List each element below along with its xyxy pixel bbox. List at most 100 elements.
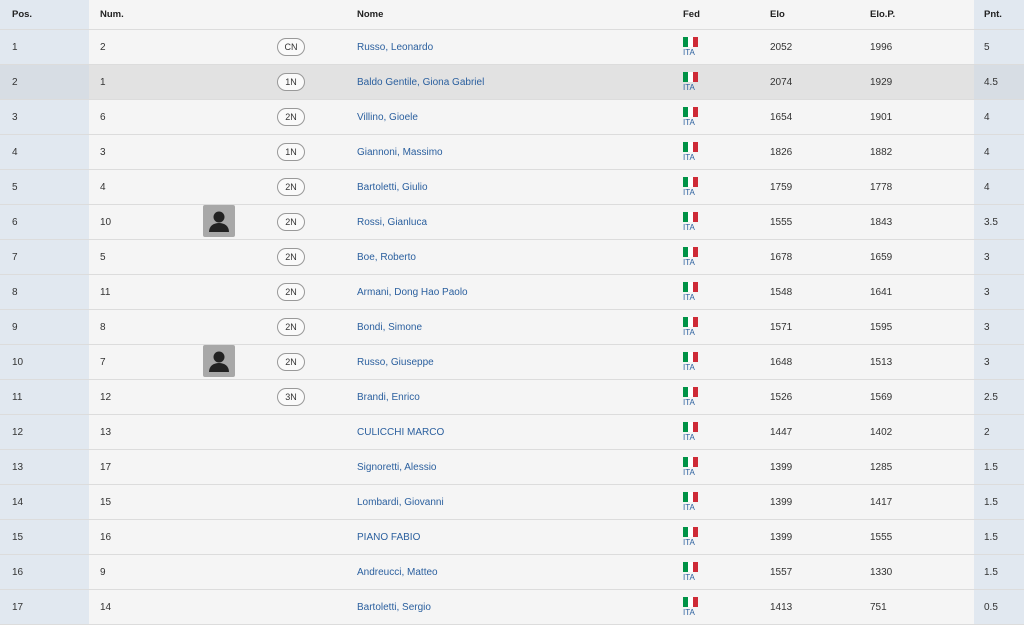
table-row[interactable]: 10 7 2N Russo, Giuseppe ITA 1648 1513 3	[0, 344, 1024, 380]
header-fed[interactable]: Fed	[683, 0, 770, 30]
federation[interactable]: ITA	[683, 351, 698, 372]
photo-cell	[189, 309, 261, 345]
elo-cell: 1826	[770, 134, 870, 170]
table-row[interactable]: 12 13 CULICCHI MARCO ITA 1447 1402 2	[0, 414, 1024, 450]
fed-cell: ITA	[683, 449, 770, 485]
title-cell: 2N	[261, 239, 357, 275]
pos-cell: 11	[0, 379, 89, 415]
player-name-link[interactable]: Giannoni, Massimo	[357, 147, 443, 158]
elo-cell: 1399	[770, 484, 870, 520]
header-name[interactable]: Nome	[357, 0, 683, 30]
federation[interactable]: ITA	[683, 386, 698, 407]
photo-cell	[189, 589, 261, 625]
federation[interactable]: ITA	[683, 71, 698, 92]
player-name-link[interactable]: Lombardi, Giovanni	[357, 497, 444, 508]
name-cell: Bartoletti, Giulio	[357, 169, 683, 205]
photo-cell	[189, 134, 261, 170]
federation[interactable]: ITA	[683, 491, 698, 512]
player-photo-avatar-icon[interactable]	[203, 345, 235, 377]
header-elop[interactable]: Elo.P.	[870, 0, 974, 30]
num-cell: 6	[89, 99, 189, 135]
table-row[interactable]: 13 17 Signoretti, Alessio ITA 1399 1285 …	[0, 449, 1024, 485]
player-name-link[interactable]: Bartoletti, Giulio	[357, 182, 428, 193]
table-row[interactable]: 7 5 2N Boe, Roberto ITA 1678 1659 3	[0, 239, 1024, 275]
title-cell: 2N	[261, 169, 357, 205]
table-row[interactable]: 1 2 CN Russo, Leonardo ITA 2052 1996 5	[0, 29, 1024, 65]
player-name-link[interactable]: Signoretti, Alessio	[357, 462, 437, 473]
fed-cell: ITA	[683, 274, 770, 310]
header-num[interactable]: Num.	[89, 0, 189, 30]
player-name-link[interactable]: PIANO FABIO	[357, 532, 420, 543]
name-cell: Russo, Giuseppe	[357, 344, 683, 380]
player-name-link[interactable]: Rossi, Gianluca	[357, 217, 427, 228]
fed-cell: ITA	[683, 204, 770, 240]
federation[interactable]: ITA	[683, 561, 698, 582]
table-row[interactable]: 2 1 1N Baldo Gentile, Giona Gabriel ITA …	[0, 64, 1024, 100]
table-row[interactable]: 11 12 3N Brandi, Enrico ITA 1526 1569 2.…	[0, 379, 1024, 415]
italy-flag-icon	[683, 316, 698, 327]
num-cell: 8	[89, 309, 189, 345]
elo-cell: 1447	[770, 414, 870, 450]
federation[interactable]: ITA	[683, 141, 698, 162]
federation[interactable]: ITA	[683, 246, 698, 267]
header-pnt[interactable]: Pnt.	[974, 0, 1024, 30]
photo-cell	[189, 519, 261, 555]
player-name-link[interactable]: Andreucci, Matteo	[357, 567, 438, 578]
player-name-link[interactable]: Bondi, Simone	[357, 322, 422, 333]
fed-code: ITA	[683, 187, 695, 197]
header-pos[interactable]: Pos.	[0, 0, 89, 30]
fed-cell: ITA	[683, 379, 770, 415]
title-cell: 2N	[203, 204, 357, 240]
player-name-link[interactable]: Bartoletti, Sergio	[357, 602, 431, 613]
table-row[interactable]: 6 10 2N Rossi, Gianluca ITA 1555 1843 3.…	[0, 204, 1024, 240]
points-cell: 4	[974, 169, 1024, 205]
federation[interactable]: ITA	[683, 176, 698, 197]
federation[interactable]: ITA	[683, 526, 698, 547]
player-name-link[interactable]: Brandi, Enrico	[357, 392, 420, 403]
table-row[interactable]: 17 14 Bartoletti, Sergio ITA 1413 751 0.…	[0, 589, 1024, 625]
player-name-link[interactable]: Boe, Roberto	[357, 252, 416, 263]
num-cell: 5	[89, 239, 189, 275]
federation[interactable]: ITA	[683, 211, 698, 232]
table-row[interactable]: 3 6 2N Villino, Gioele ITA 1654 1901 4	[0, 99, 1024, 135]
federation[interactable]: ITA	[683, 36, 698, 57]
elo-perf-cell: 1929	[870, 64, 974, 100]
federation[interactable]: ITA	[683, 106, 698, 127]
table-row[interactable]: 5 4 2N Bartoletti, Giulio ITA 1759 1778 …	[0, 169, 1024, 205]
player-photo-avatar-icon[interactable]	[203, 205, 235, 237]
fed-cell: ITA	[683, 239, 770, 275]
italy-flag-icon	[683, 211, 698, 222]
table-row[interactable]: 15 16 PIANO FABIO ITA 1399 1555 1.5	[0, 519, 1024, 555]
photo-cell	[189, 414, 261, 450]
table-body: 1 2 CN Russo, Leonardo ITA 2052 1996 5 2…	[0, 29, 1024, 625]
fed-cell: ITA	[683, 309, 770, 345]
elo-perf-cell: 1659	[870, 239, 974, 275]
num-cell: 17	[89, 449, 189, 485]
title-cell: 2N	[261, 309, 357, 345]
table-row[interactable]: 14 15 Lombardi, Giovanni ITA 1399 1417 1…	[0, 484, 1024, 520]
player-name-link[interactable]: CULICCHI MARCO	[357, 427, 444, 438]
table-row[interactable]: 8 11 2N Armani, Dong Hao Paolo ITA 1548 …	[0, 274, 1024, 310]
elo-perf-cell: 1901	[870, 99, 974, 135]
table-row[interactable]: 4 3 1N Giannoni, Massimo ITA 1826 1882 4	[0, 134, 1024, 170]
federation[interactable]: ITA	[683, 421, 698, 442]
pos-cell: 8	[0, 274, 89, 310]
player-name-link[interactable]: Armani, Dong Hao Paolo	[357, 287, 468, 298]
pos-cell: 7	[0, 239, 89, 275]
federation[interactable]: ITA	[683, 281, 698, 302]
elo-cell: 1571	[770, 309, 870, 345]
pos-cell: 9	[0, 309, 89, 345]
italy-flag-icon	[683, 281, 698, 292]
player-name-link[interactable]: Baldo Gentile, Giona Gabriel	[357, 77, 484, 88]
num-cell: 4	[89, 169, 189, 205]
player-name-link[interactable]: Russo, Leonardo	[357, 42, 433, 53]
table-row[interactable]: 16 9 Andreucci, Matteo ITA 1557 1330 1.5	[0, 554, 1024, 590]
player-name-link[interactable]: Russo, Giuseppe	[357, 357, 434, 368]
federation[interactable]: ITA	[683, 456, 698, 477]
federation[interactable]: ITA	[683, 316, 698, 337]
italy-flag-icon	[683, 491, 698, 502]
header-elo[interactable]: Elo	[770, 0, 870, 30]
num-cell: 16	[89, 519, 189, 555]
player-name-link[interactable]: Villino, Gioele	[357, 112, 418, 123]
table-row[interactable]: 9 8 2N Bondi, Simone ITA 1571 1595 3	[0, 309, 1024, 345]
